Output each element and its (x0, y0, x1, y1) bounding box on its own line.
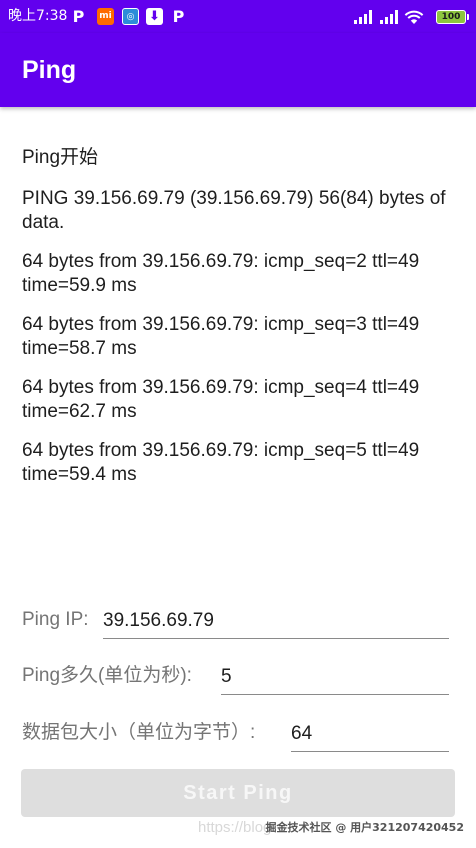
signal-icon (354, 10, 376, 24)
duration-label: Ping多久(单位为秒): (22, 665, 192, 686)
app-bar: Ping (0, 33, 476, 107)
ip-input[interactable] (103, 604, 449, 639)
duration-input[interactable] (221, 660, 449, 695)
ping-log: Ping开始 PING 39.156.69.79 (39.156.69.79) … (22, 146, 462, 502)
battery-icon: 100 (436, 10, 469, 24)
watermark: 掘金技术社区 @ 用户321207420452 (265, 821, 464, 834)
parking-p-icon: P (72, 7, 85, 26)
app-title: Ping (22, 56, 77, 84)
ip-label: Ping IP: (22, 609, 89, 630)
size-input[interactable] (291, 717, 449, 752)
log-line: 64 bytes from 39.156.69.79: icmp_seq=5 t… (22, 440, 425, 485)
parking-p-icon: P (172, 7, 185, 26)
status-bar: 晚上7:38 P mi ◎ ⬇ P 100 (0, 0, 476, 33)
log-line: 64 bytes from 39.156.69.79: icmp_seq=2 t… (22, 251, 425, 296)
download-icon: ⬇ (146, 8, 163, 25)
signal-icon (380, 10, 402, 24)
size-label: 数据包大小（单位为字节）: (22, 722, 256, 743)
duration-field-row: Ping多久(单位为秒): (22, 660, 450, 695)
status-time: 晚上7:38 (8, 8, 68, 24)
log-line: PING 39.156.69.79 (39.156.69.79) 56(84) … (22, 188, 451, 233)
app-icon: ◎ (122, 8, 139, 25)
ip-field-row: Ping IP: (22, 604, 450, 639)
mi-icon: mi (97, 8, 114, 25)
log-line: 64 bytes from 39.156.69.79: icmp_seq=3 t… (22, 314, 425, 359)
log-line: Ping开始 (22, 147, 99, 168)
log-line: 64 bytes from 39.156.69.79: icmp_seq=4 t… (22, 377, 425, 422)
size-field-row: 数据包大小（单位为字节）: (22, 717, 450, 752)
watermark-url: https://blog. (198, 819, 276, 836)
start-ping-button[interactable]: Start Ping (21, 769, 455, 817)
wifi-icon (404, 9, 424, 25)
